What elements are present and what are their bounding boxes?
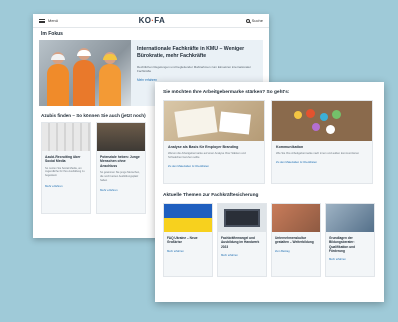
topic-card[interactable]: Grundlagen der Bildungsberater: Qualifik… (325, 203, 375, 277)
topic-card[interactable]: FAQ Ukraine – Neue Großkrise Mehr erfahr… (163, 203, 213, 277)
helmet-shape (51, 54, 65, 60)
card-link[interactable]: Mehr erfahren (326, 253, 374, 261)
employer-brand-title: Sie möchten Ihre Arbeitgebermarke stärke… (163, 90, 290, 95)
search-label: Suche (251, 18, 263, 23)
card-body: So gewinnen Sie junge Menschen, die noch… (100, 171, 140, 182)
card-body: Warum die Arbeitgebermarke auf einer Ana… (168, 152, 246, 159)
current-topics-title: Aktuelle Themen zur Fachkräftesicherung (163, 193, 259, 198)
search-button[interactable]: Suche (245, 18, 263, 23)
card-title: Analyse als Basis für Employer Branding (168, 145, 239, 149)
card-title: Unternehmenskultur gestalten – Weiterbil… (275, 236, 314, 245)
helmet-shape (77, 50, 91, 56)
logo-suffix: FA (154, 16, 166, 25)
communication-card[interactable]: Kommunikation Wie Sie Ihre Arbeitgeberma… (271, 100, 373, 184)
card-image (97, 123, 145, 151)
card-title: Grundlagen der Bildungsberater: Qualifik… (329, 236, 356, 253)
topic-card[interactable]: Fachkräftemangel und Ausbildung im Handw… (217, 203, 267, 277)
hero-body: Rechtlichen Regelungen und begleitender … (137, 64, 251, 73)
speech-bubble-shape (306, 109, 315, 118)
ukraine-flag-image (164, 204, 212, 232)
worker-figure (47, 52, 69, 106)
card-link[interactable]: Zum Beitrag (272, 245, 320, 253)
analysis-card[interactable]: Analyse als Basis für Employer Branding … (163, 100, 265, 184)
card-image (272, 101, 372, 141)
logo-prefix: KO (138, 16, 152, 25)
teaser-card[interactable]: Potenziale heben: Junge Menschen ohne An… (96, 122, 146, 214)
hamburger-icon (39, 18, 45, 23)
speech-bubble-shape (312, 123, 320, 131)
front-page-screenshot: Sie möchten Ihre Arbeitgebermarke stärke… (155, 82, 384, 302)
card-link[interactable]: Mehr erfahren (97, 182, 145, 192)
card-image (272, 204, 320, 232)
card-link[interactable]: Mehr erfahren (164, 245, 212, 253)
card-title: FAQ Ukraine – Neue Großkrise (167, 236, 198, 245)
speech-bubble-shape (294, 111, 302, 119)
hero-title: Internationale Fachkräfte in KMU – Wenig… (137, 46, 245, 59)
hero-image (39, 40, 131, 106)
card-title: Kommunikation (276, 145, 304, 149)
focus-title: Im Fokus (41, 31, 63, 37)
card-image (164, 101, 264, 141)
site-logo[interactable]: KO·FA (139, 16, 165, 25)
menu-button[interactable]: Menü (39, 18, 58, 23)
card-title: Potenziale heben: Junge Menschen ohne An… (100, 155, 140, 168)
worker-figure (99, 52, 121, 106)
paper-shape (174, 106, 218, 138)
speech-bubble-shape (332, 110, 341, 119)
search-icon (245, 18, 250, 23)
teaser-card[interactable]: Azubi-Recruiting über Social Media So nu… (41, 122, 91, 214)
card-title: Fachkräftemangel und Ausbildung im Handw… (221, 236, 260, 249)
topic-card[interactable]: Unternehmenskultur gestalten – Weiterbil… (271, 203, 321, 277)
laptop-shape (224, 209, 260, 227)
card-body: Wie Sie Ihre Arbeitgebermarke nach innen… (276, 152, 360, 155)
card-image (326, 204, 374, 232)
card-link[interactable]: Zu den Materialien & Checklisten (272, 156, 372, 164)
worker-figure (73, 48, 95, 106)
card-image (218, 204, 266, 232)
card-body: So nutzen Sie Social Media, um Jugendlic… (45, 166, 85, 178)
card-image (42, 123, 90, 151)
speech-bubble-shape (320, 113, 328, 121)
paper-shape (219, 111, 251, 135)
card-link[interactable]: Zu den Materialien & Checklisten (164, 160, 264, 168)
card-link[interactable]: Mehr erfahren (218, 249, 266, 257)
helmet-shape (103, 54, 117, 60)
speech-bubble-shape (326, 125, 335, 134)
site-header: Menü KO·FA Suche (33, 14, 269, 28)
card-title: Azubi-Recruiting über Social Media (45, 155, 81, 164)
card-link[interactable]: Mehr erfahren (42, 178, 90, 188)
menu-label: Menü (48, 18, 59, 23)
